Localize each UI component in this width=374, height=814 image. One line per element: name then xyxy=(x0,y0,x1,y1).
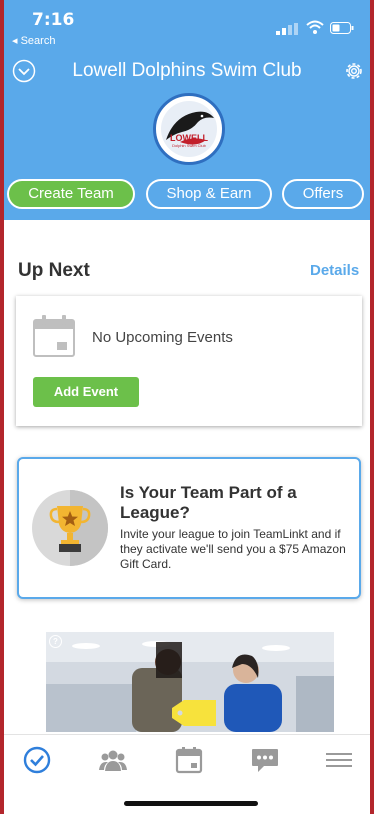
dolphin-icon xyxy=(161,101,217,157)
team-icon[interactable] xyxy=(98,745,128,775)
home-check-icon[interactable] xyxy=(22,745,52,775)
club-logo: LOWELL Dolphin Swim Club xyxy=(153,93,225,165)
logo-subtext: Dolphin Swim Club xyxy=(172,143,206,148)
signal-icon xyxy=(276,23,298,35)
trophy-icon xyxy=(49,506,91,552)
title-bar: Lowell Dolphins Swim Club xyxy=(4,56,370,86)
menu-icon[interactable] xyxy=(324,745,354,775)
calendar-icon xyxy=(33,315,75,357)
calendar-icon[interactable] xyxy=(174,745,204,775)
club-title: Lowell Dolphins Swim Club xyxy=(72,60,302,81)
empty-events-text: No Upcoming Events xyxy=(92,329,233,346)
ad-info-icon[interactable]: ? xyxy=(49,635,62,648)
bottom-tab-bar xyxy=(4,734,370,814)
wifi-icon xyxy=(306,20,324,34)
home-indicator xyxy=(124,801,258,806)
logo-text: LOWELL xyxy=(170,133,208,143)
section-title: Up Next xyxy=(18,260,90,281)
battery-icon xyxy=(330,22,354,34)
league-promo-card[interactable]: Is Your Team Part of a League? Invite yo… xyxy=(17,457,361,599)
add-event-button[interactable]: Add Event xyxy=(33,377,139,407)
ad-photo xyxy=(46,632,334,732)
create-team-button[interactable]: Create Team xyxy=(7,179,135,209)
back-to-search-link[interactable]: ◂ Search xyxy=(12,34,55,47)
chat-icon[interactable] xyxy=(250,745,280,775)
app-header: 7:16 ◂ Search Lowell Dolphins Swim Club … xyxy=(4,0,370,220)
ad-banner[interactable]: ? xyxy=(46,632,334,732)
details-link[interactable]: Details xyxy=(310,262,359,279)
trophy-badge xyxy=(32,490,108,566)
league-title: Is Your Team Part of a League? xyxy=(120,483,297,522)
events-card: No Upcoming Events Add Event xyxy=(16,296,362,426)
gear-icon[interactable] xyxy=(342,59,366,83)
app-screen: 7:16 ◂ Search Lowell Dolphins Swim Club … xyxy=(4,0,370,814)
status-bar: 7:16 ◂ Search xyxy=(4,0,370,48)
league-description: Invite your league to join TeamLinkt and… xyxy=(120,527,346,571)
offers-button[interactable]: Offers xyxy=(282,179,364,209)
shop-earn-button[interactable]: Shop & Earn xyxy=(146,179,272,209)
status-time: 7:16 xyxy=(32,10,75,30)
